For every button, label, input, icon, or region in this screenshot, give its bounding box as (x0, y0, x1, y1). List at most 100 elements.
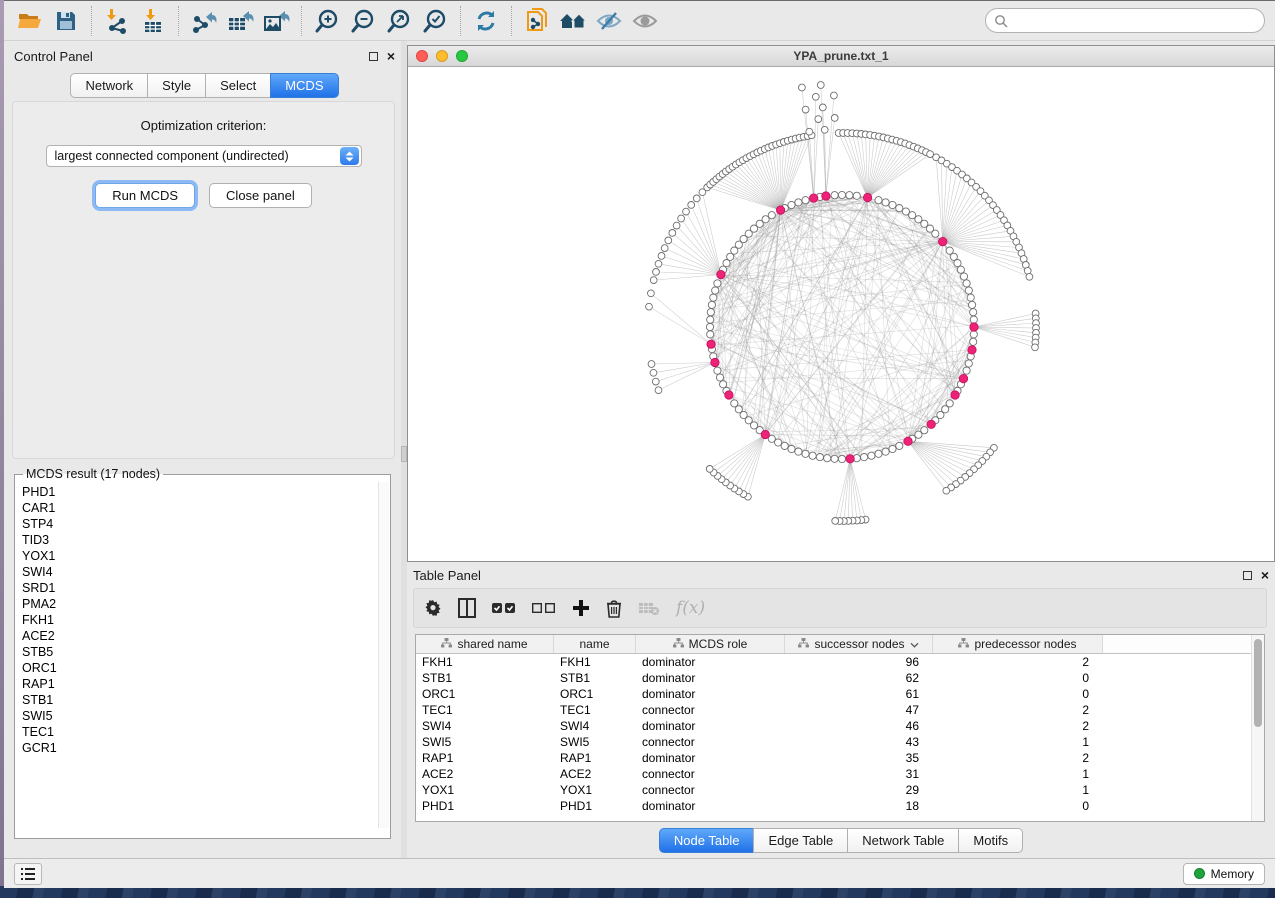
network-node[interactable] (965, 360, 972, 367)
network-node[interactable] (815, 116, 822, 123)
zoom-in-icon[interactable] (309, 5, 345, 37)
delete-column-icon[interactable] (606, 599, 622, 618)
network-node[interactable] (768, 212, 775, 219)
cell-mcds-role[interactable]: connector (636, 702, 785, 718)
network-node[interactable] (960, 273, 967, 280)
network-node[interactable] (795, 448, 802, 455)
cell-successor-nodes[interactable]: 96 (785, 654, 933, 670)
network-node[interactable] (707, 316, 714, 323)
mcds-hub-node[interactable] (707, 340, 715, 348)
network-graph[interactable] (408, 67, 1274, 561)
cell-successor-nodes[interactable]: 47 (785, 702, 933, 718)
network-node[interactable] (799, 84, 806, 91)
network-node[interactable] (712, 287, 719, 294)
mcds-result-item[interactable]: YOX1 (22, 548, 390, 564)
cell-predecessor-nodes[interactable]: 1 (933, 766, 1103, 782)
search-input[interactable] (1013, 14, 1256, 28)
cell-name[interactable]: FKH1 (554, 654, 636, 670)
mcds-hub-node[interactable] (822, 192, 830, 200)
network-node[interactable] (957, 266, 964, 273)
network-node[interactable] (896, 205, 903, 212)
network-node[interactable] (693, 195, 700, 202)
network-node[interactable] (781, 442, 788, 449)
mcds-result-list[interactable]: PHD1CAR1STP4TID3YOX1SWI4SRD1PMA2FKH1ACE2… (15, 483, 390, 831)
cell-successor-nodes[interactable]: 61 (785, 686, 933, 702)
tab-style[interactable]: Style (147, 73, 206, 98)
cell-name[interactable]: RAP1 (554, 750, 636, 766)
network-node[interactable] (788, 445, 795, 452)
hide-selected-icon[interactable] (591, 5, 627, 37)
mcds-hub-node[interactable] (959, 374, 967, 382)
network-node[interactable] (838, 191, 845, 198)
zoom-out-icon[interactable] (345, 5, 381, 37)
mcds-hub-node[interactable] (904, 437, 912, 445)
network-node[interactable] (802, 450, 809, 457)
table-row[interactable]: TEC1TEC1connector472 (416, 702, 1251, 718)
cell-mcds-role[interactable]: connector (636, 734, 785, 750)
network-node[interactable] (699, 189, 706, 196)
cell-predecessor-nodes[interactable]: 2 (933, 654, 1103, 670)
network-node[interactable] (710, 294, 717, 301)
cell-mcds-role[interactable]: dominator (636, 750, 785, 766)
mcds-hub-node[interactable] (761, 430, 769, 438)
optimization-criterion-select[interactable]: largest connected component (undirected) (46, 145, 362, 167)
cell-mcds-role[interactable]: dominator (636, 718, 785, 734)
table-row[interactable]: STB1STB1dominator620 (416, 670, 1251, 686)
network-node[interactable] (969, 301, 976, 308)
network-node[interactable] (889, 445, 896, 452)
cell-name[interactable]: TEC1 (554, 702, 636, 718)
network-node[interactable] (788, 201, 795, 208)
memory-button[interactable]: Memory (1183, 863, 1265, 885)
network-node[interactable] (824, 455, 831, 462)
mcds-result-item[interactable]: STP4 (22, 516, 390, 532)
network-node[interactable] (673, 222, 680, 229)
cell-shared-name[interactable]: STB1 (416, 670, 554, 686)
cell-mcds-role[interactable]: dominator (636, 686, 785, 702)
cell-successor-nodes[interactable]: 35 (785, 750, 933, 766)
export-table-icon[interactable] (222, 5, 258, 37)
network-node[interactable] (1026, 273, 1033, 280)
network-view[interactable] (408, 67, 1274, 561)
run-mcds-button[interactable]: Run MCDS (95, 183, 195, 208)
export-network-icon[interactable] (186, 5, 222, 37)
cell-successor-nodes[interactable]: 29 (785, 782, 933, 798)
network-node[interactable] (932, 230, 939, 237)
add-column-icon[interactable] (572, 599, 590, 617)
network-node[interactable] (661, 245, 668, 252)
mcds-hub-node[interactable] (776, 206, 784, 214)
search-box[interactable] (985, 8, 1265, 33)
mcds-hub-node[interactable] (863, 193, 871, 201)
network-node[interactable] (678, 215, 685, 222)
result-scrollbar[interactable] (378, 482, 389, 828)
mcds-hub-node[interactable] (927, 420, 935, 428)
network-node[interactable] (806, 128, 813, 135)
zoom-fit-icon[interactable] (381, 5, 417, 37)
network-node[interactable] (967, 294, 974, 301)
network-node[interactable] (665, 237, 672, 244)
network-node[interactable] (875, 197, 882, 204)
cell-predecessor-nodes[interactable]: 2 (933, 718, 1103, 734)
mcds-result-item[interactable]: SWI5 (22, 708, 390, 724)
table-row[interactable]: FKH1FKH1dominator962 (416, 654, 1251, 670)
cell-mcds-role[interactable]: dominator (636, 798, 785, 814)
cell-successor-nodes[interactable]: 31 (785, 766, 933, 782)
network-node[interactable] (831, 455, 838, 462)
cell-shared-name[interactable]: ACE2 (416, 766, 554, 782)
network-node[interactable] (861, 454, 868, 461)
mcds-result-item[interactable]: RAP1 (22, 676, 390, 692)
cell-shared-name[interactable]: YOX1 (416, 782, 554, 798)
cell-shared-name[interactable]: FKH1 (416, 654, 554, 670)
cell-name[interactable]: PHD1 (554, 798, 636, 814)
column-header-successor-nodes[interactable]: successor nodes (785, 635, 933, 653)
table-row[interactable]: ACE2ACE2connector311 (416, 766, 1251, 782)
cell-mcds-role[interactable]: connector (636, 782, 785, 798)
cell-name[interactable]: STB1 (554, 670, 636, 686)
network-node[interactable] (816, 454, 823, 461)
gear-icon[interactable] (424, 599, 442, 617)
network-node[interactable] (875, 450, 882, 457)
network-node[interactable] (650, 369, 657, 376)
mcds-result-item[interactable]: STB1 (22, 692, 390, 708)
network-node[interactable] (648, 290, 655, 297)
network-node[interactable] (720, 381, 727, 388)
column-header-name[interactable]: name (554, 635, 636, 653)
